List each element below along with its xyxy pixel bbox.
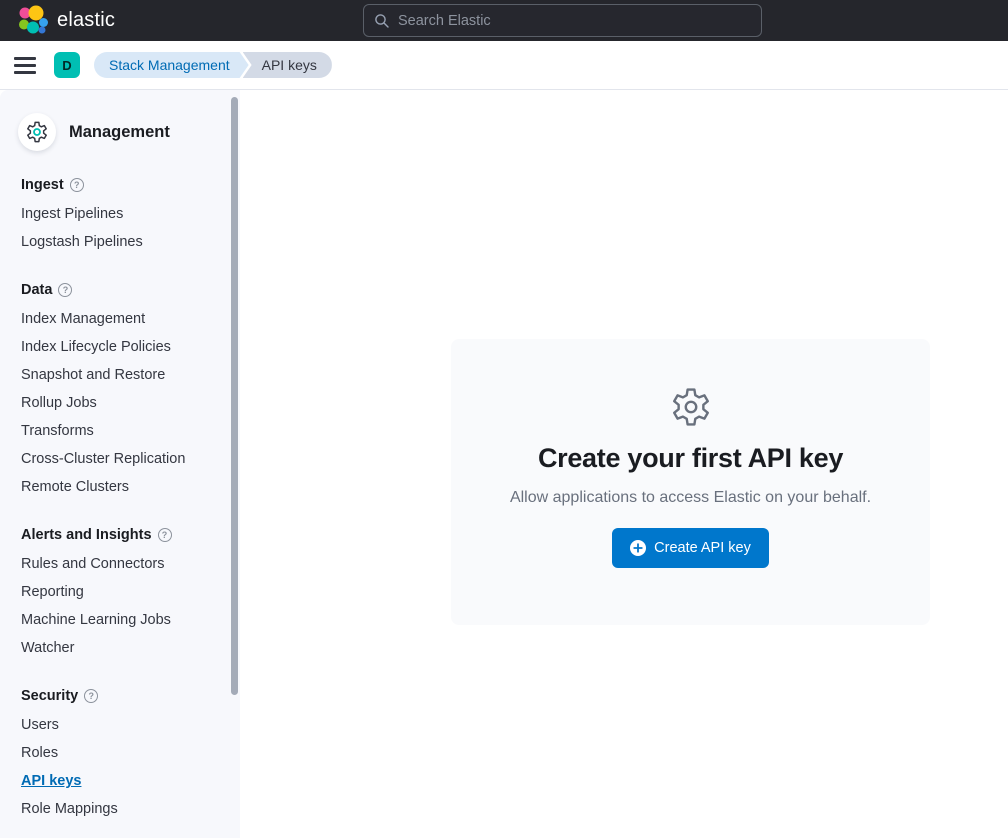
help-question-icon[interactable] [58, 283, 72, 297]
sidebar-item-watcher[interactable]: Watcher [21, 634, 74, 662]
empty-state-description: Allow applications to access Elastic on … [510, 489, 871, 507]
create-api-key-button-label: Create API key [654, 540, 751, 556]
sidebar-item-machine-learning-jobs[interactable]: Machine Learning Jobs [21, 606, 171, 634]
nav-section-security: Security UsersRolesAPI keysRole Mappings [0, 688, 240, 823]
sidebar-item-users[interactable]: Users [21, 711, 59, 739]
top-header-bar: elastic [0, 0, 1008, 41]
sidebar-item-rules-and-connectors[interactable]: Rules and Connectors [21, 550, 164, 578]
sidebar-item-transforms[interactable]: Transforms [21, 417, 94, 445]
sidebar-scrollbar[interactable] [231, 97, 238, 695]
section-label-security: Security [21, 688, 78, 704]
main-content: Create your first API key Allow applicat… [240, 90, 1008, 838]
empty-state-title: Create your first API key [538, 443, 843, 474]
sidebar-nav: Ingest Ingest PipelinesLogstash Pipelines… [0, 177, 240, 823]
menu-hamburger-icon[interactable] [14, 53, 38, 77]
breadcrumb-stack-management[interactable]: Stack Management [94, 52, 249, 78]
breadcrumb: Stack Management API keys [94, 52, 332, 78]
api-keys-empty-state-panel: Create your first API key Allow applicat… [451, 339, 930, 625]
logo-text: elastic [57, 9, 115, 32]
sidebar-item-index-lifecycle-policies[interactable]: Index Lifecycle Policies [21, 333, 171, 361]
help-question-icon[interactable] [70, 178, 84, 192]
sidebar-item-ingest-pipelines[interactable]: Ingest Pipelines [21, 200, 123, 228]
elastic-logo-icon [16, 5, 48, 37]
sidebar-item-logstash-pipelines[interactable]: Logstash Pipelines [21, 228, 143, 256]
sidebar-item-cross-cluster-replication[interactable]: Cross-Cluster Replication [21, 445, 185, 473]
sidebar-item-remote-clusters[interactable]: Remote Clusters [21, 473, 129, 501]
search-input[interactable] [398, 13, 751, 29]
section-label-ingest: Ingest [21, 177, 64, 193]
management-sidebar: Management Ingest Ingest PipelinesLogstas… [0, 90, 240, 838]
help-question-icon[interactable] [158, 528, 172, 542]
breadcrumb-api-keys: API keys [243, 52, 332, 78]
sidebar-title: Management [69, 123, 170, 142]
sidebar-item-snapshot-and-restore[interactable]: Snapshot and Restore [21, 361, 165, 389]
sidebar-item-role-mappings[interactable]: Role Mappings [21, 795, 118, 823]
elastic-logo[interactable]: elastic [16, 5, 115, 37]
sidebar-item-index-management[interactable]: Index Management [21, 305, 145, 333]
sidebar-item-reporting[interactable]: Reporting [21, 578, 84, 606]
search-icon [374, 13, 390, 29]
nav-section-data: Data Index ManagementIndex Lifecycle Poli… [0, 282, 240, 501]
management-header: Management [0, 113, 240, 151]
nav-section-alerts-and-insights: Alerts and Insights Rules and ConnectorsR… [0, 527, 240, 662]
breadcrumb-bar: D Stack Management API keys [0, 41, 1008, 90]
plus-in-circle-icon [630, 540, 646, 556]
sidebar-item-roles[interactable]: Roles [21, 739, 58, 767]
gear-icon [668, 384, 714, 430]
help-question-icon[interactable] [84, 689, 98, 703]
space-avatar[interactable]: D [54, 52, 80, 78]
section-label-data: Data [21, 282, 52, 298]
global-search[interactable] [363, 4, 762, 37]
section-label-alerts-and-insights: Alerts and Insights [21, 527, 152, 543]
sidebar-item-rollup-jobs[interactable]: Rollup Jobs [21, 389, 97, 417]
sidebar-item-api-keys[interactable]: API keys [21, 767, 81, 795]
nav-section-ingest: Ingest Ingest PipelinesLogstash Pipelines [0, 177, 240, 256]
management-app-icon [18, 113, 56, 151]
create-api-key-button[interactable]: Create API key [612, 528, 769, 568]
